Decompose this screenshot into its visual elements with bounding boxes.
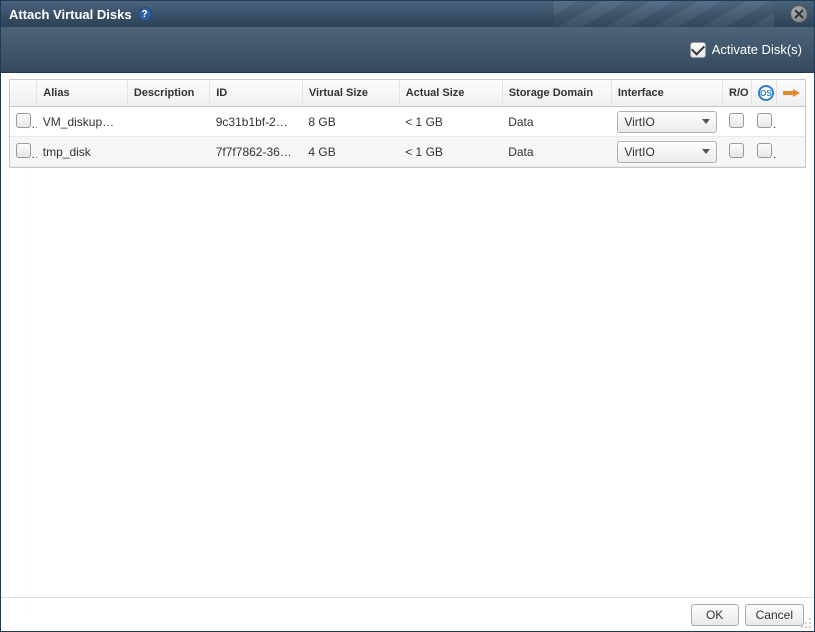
col-header-interface[interactable]: Interface: [611, 80, 722, 107]
dialog-title: Attach Virtual Disks: [9, 7, 132, 22]
os-checkbox[interactable]: [757, 143, 772, 158]
bootable-icon: [783, 87, 801, 99]
row-select-checkbox[interactable]: [16, 113, 31, 128]
ro-checkbox[interactable]: [729, 113, 744, 128]
ok-button[interactable]: OK: [691, 604, 739, 626]
cell-id: 9c31b1bf-2…: [210, 107, 303, 137]
cell-id: 7f7f7862-36…: [210, 137, 303, 167]
cancel-button[interactable]: Cancel: [745, 604, 804, 626]
col-header-description[interactable]: Description: [127, 80, 209, 107]
col-header-actual-size[interactable]: Actual Size: [399, 80, 502, 107]
row-select-checkbox[interactable]: [16, 143, 31, 158]
disks-table-body: VM_diskup… 9c31b1bf-2… 8 GB < 1 GB Data …: [10, 107, 805, 167]
os-checkbox[interactable]: [757, 113, 772, 128]
col-header-virtual-size[interactable]: Virtual Size: [302, 80, 399, 107]
help-icon[interactable]: ?: [138, 7, 152, 21]
cell-actual-size: < 1 GB: [399, 107, 502, 137]
os-icon: OS: [758, 85, 774, 101]
close-icon: [794, 9, 804, 19]
cell-virtual-size: 8 GB: [302, 107, 399, 137]
cell-virtual-size: 4 GB: [302, 137, 399, 167]
col-header-id[interactable]: ID: [210, 80, 303, 107]
attach-virtual-disks-dialog: Attach Virtual Disks ? Activate Disk(s): [0, 0, 815, 632]
col-header-alias[interactable]: Alias: [37, 80, 128, 107]
table-header-row: Alias Description ID Virtual Size Actual…: [10, 80, 805, 107]
interface-value: VirtIO: [624, 115, 654, 129]
cell-alias: VM_diskup…: [37, 107, 128, 137]
content-area: Alias Description ID Virtual Size Actual…: [1, 73, 814, 597]
interface-value: VirtIO: [624, 145, 654, 159]
titlebar-decoration: [554, 1, 774, 27]
disks-table: Alias Description ID Virtual Size Actual…: [10, 80, 805, 167]
col-header-boot[interactable]: [776, 80, 805, 107]
col-header-select[interactable]: [10, 80, 37, 107]
interface-select[interactable]: VirtIO: [617, 111, 716, 133]
interface-select[interactable]: VirtIO: [617, 141, 716, 163]
col-header-ro[interactable]: R/O: [723, 80, 752, 107]
cell-actual-size: < 1 GB: [399, 137, 502, 167]
cell-description: [127, 107, 209, 137]
toolbar: Activate Disk(s): [1, 27, 814, 73]
col-header-os[interactable]: OS: [751, 80, 776, 107]
cell-storage-domain: Data: [502, 137, 611, 167]
dialog-footer: OK Cancel: [1, 597, 814, 631]
close-button[interactable]: [790, 5, 808, 23]
col-header-storage-domain[interactable]: Storage Domain: [502, 80, 611, 107]
cell-alias: tmp_disk: [37, 137, 128, 167]
table-row[interactable]: VM_diskup… 9c31b1bf-2… 8 GB < 1 GB Data …: [10, 107, 805, 137]
activate-disks-toggle[interactable]: Activate Disk(s): [690, 42, 802, 58]
table-row[interactable]: tmp_disk 7f7f7862-36… 4 GB < 1 GB Data V…: [10, 137, 805, 167]
chevron-down-icon: [702, 149, 710, 154]
cell-storage-domain: Data: [502, 107, 611, 137]
ro-checkbox[interactable]: [729, 143, 744, 158]
disks-table-wrap: Alias Description ID Virtual Size Actual…: [9, 79, 806, 168]
titlebar: Attach Virtual Disks ?: [1, 1, 814, 27]
activate-disks-checkbox[interactable]: [690, 42, 706, 58]
activate-disks-label: Activate Disk(s): [712, 42, 802, 57]
cell-description: [127, 137, 209, 167]
chevron-down-icon: [702, 119, 710, 124]
resize-grip-icon[interactable]: [798, 615, 812, 629]
